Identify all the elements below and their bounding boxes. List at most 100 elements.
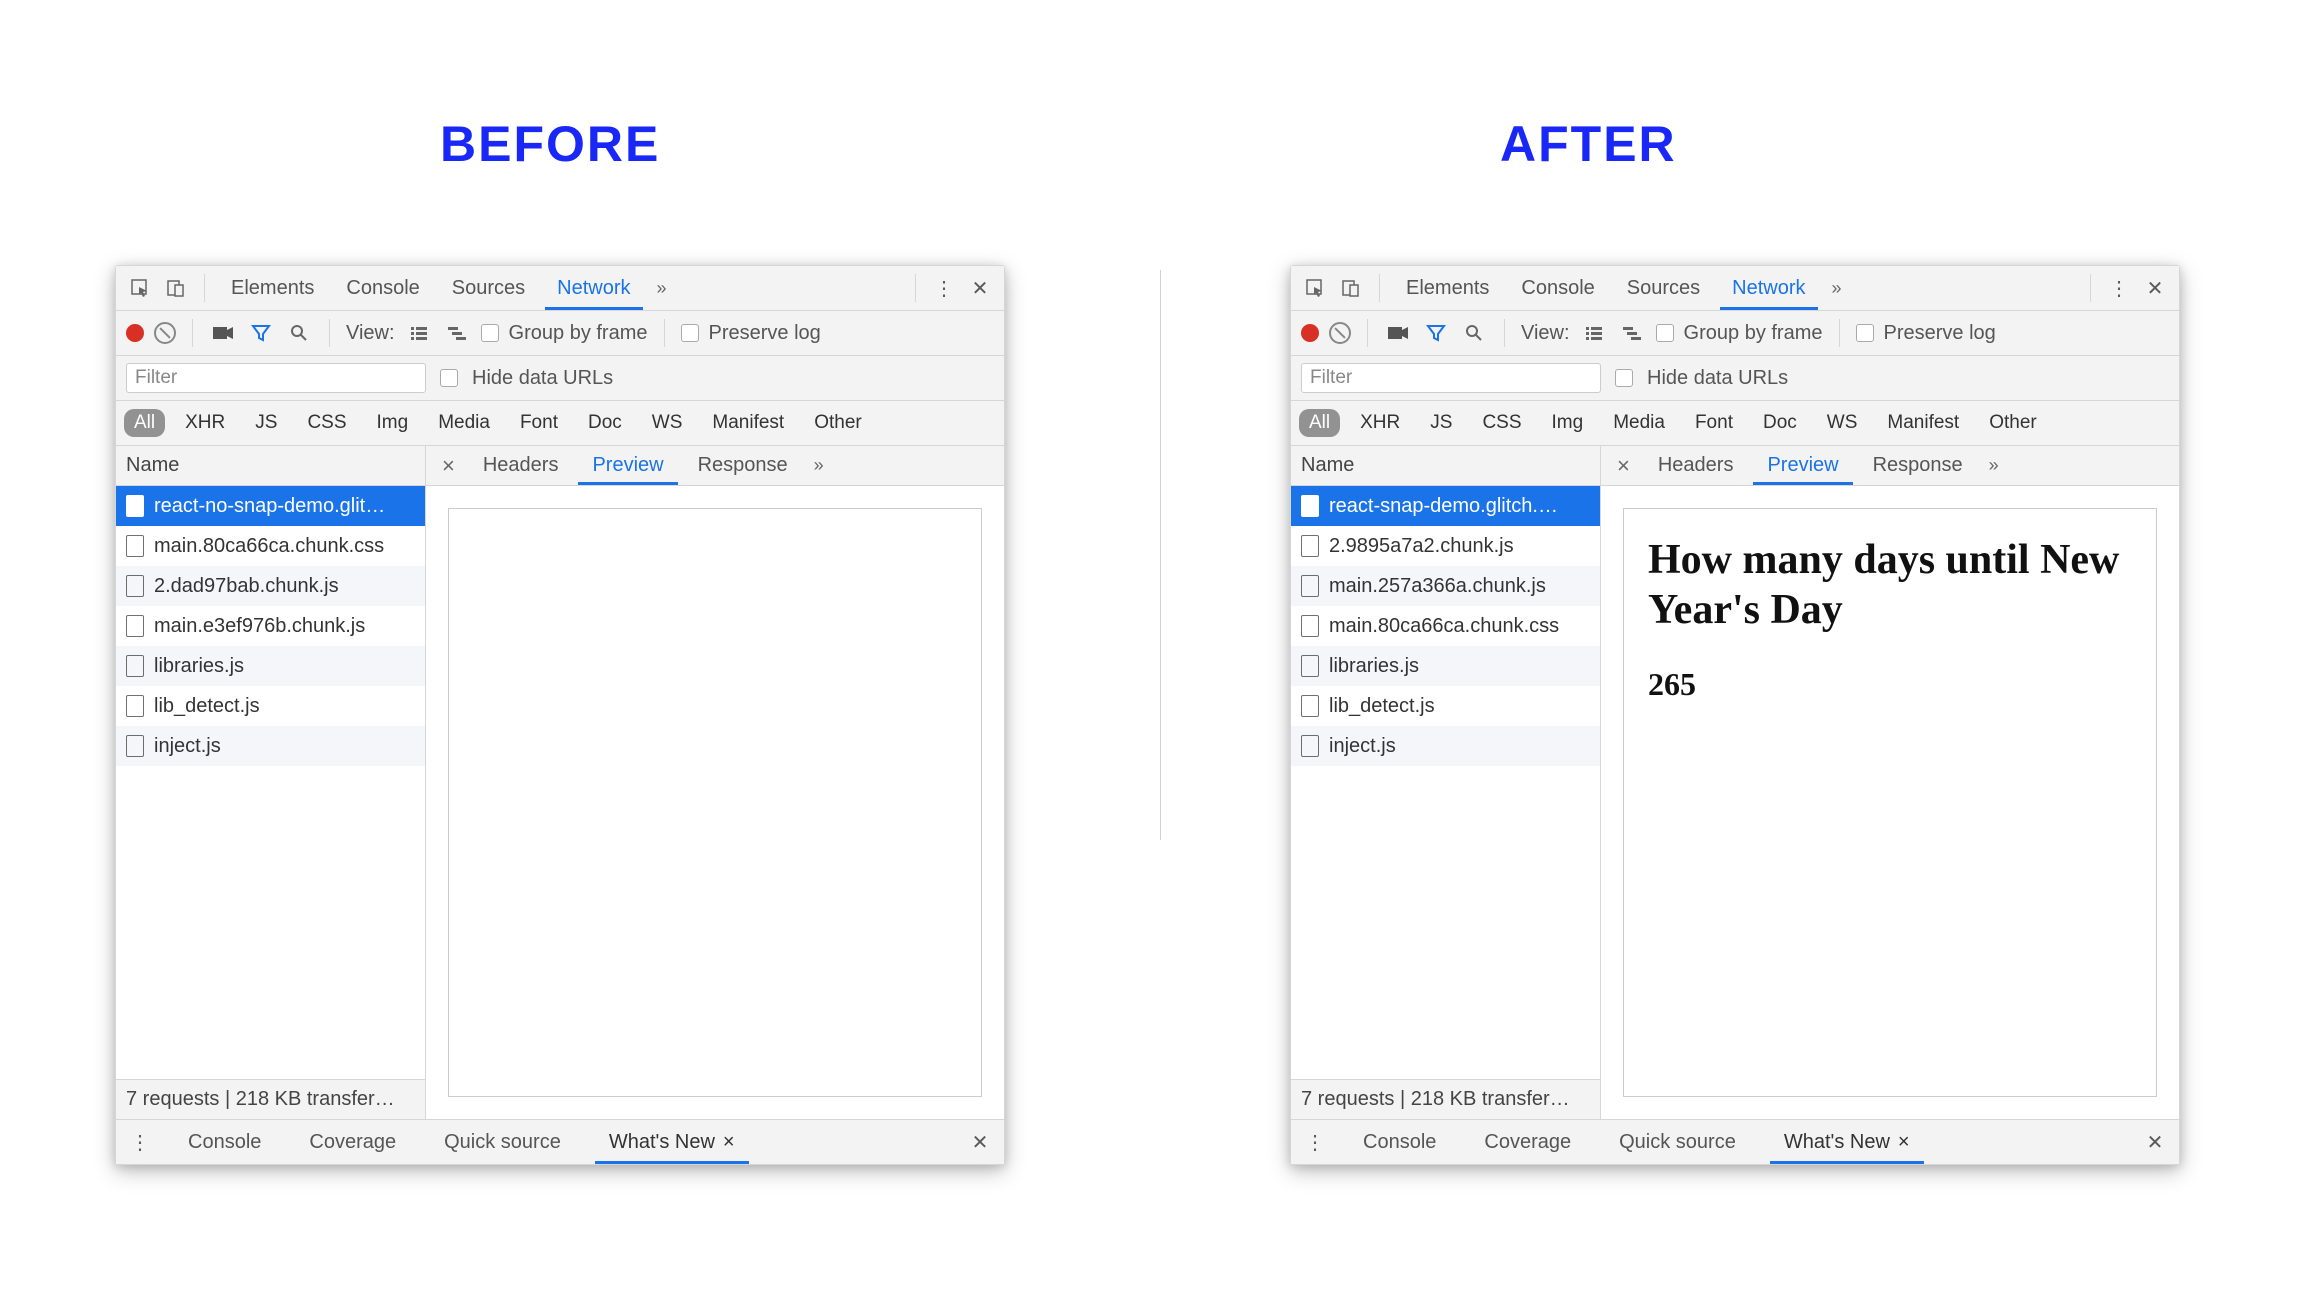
detail-tab-headers[interactable]: Headers xyxy=(1644,446,1748,485)
filter-icon[interactable] xyxy=(1422,319,1450,347)
request-row[interactable]: main.257a366a.chunk.js xyxy=(1291,566,1600,606)
request-row[interactable]: 2.9895a7a2.chunk.js xyxy=(1291,526,1600,566)
detail-tab-preview[interactable]: Preview xyxy=(1753,446,1852,485)
drawer-tab-quick-source[interactable]: Quick source xyxy=(1605,1120,1750,1164)
inspect-icon[interactable] xyxy=(126,274,154,302)
type-js[interactable]: JS xyxy=(1420,409,1462,437)
inspect-icon[interactable] xyxy=(1301,274,1329,302)
request-row[interactable]: main.80ca66ca.chunk.css xyxy=(116,526,425,566)
device-toggle-icon[interactable] xyxy=(162,274,190,302)
type-img[interactable]: Img xyxy=(367,409,419,437)
type-doc[interactable]: Doc xyxy=(578,409,632,437)
close-icon[interactable]: × xyxy=(1898,1131,1910,1154)
tab-sources[interactable]: Sources xyxy=(440,266,537,310)
drawer-kebab-icon[interactable]: ⋮ xyxy=(126,1128,154,1156)
search-icon[interactable] xyxy=(285,319,313,347)
type-css[interactable]: CSS xyxy=(297,409,356,437)
camera-icon[interactable] xyxy=(1384,319,1412,347)
close-details-icon[interactable]: × xyxy=(434,453,463,479)
kebab-menu-icon[interactable]: ⋮ xyxy=(930,274,958,302)
type-other[interactable]: Other xyxy=(1979,409,2047,437)
drawer-tab-coverage[interactable]: Coverage xyxy=(1470,1120,1585,1164)
preserve-log-checkbox[interactable] xyxy=(1856,324,1874,342)
tab-console[interactable]: Console xyxy=(1509,266,1606,310)
clear-icon[interactable] xyxy=(1329,322,1351,344)
type-all[interactable]: All xyxy=(1299,409,1340,437)
waterfall-icon[interactable] xyxy=(1618,319,1646,347)
type-css[interactable]: CSS xyxy=(1472,409,1531,437)
filter-input[interactable]: Filter xyxy=(126,363,426,393)
request-row[interactable]: main.e3ef976b.chunk.js xyxy=(116,606,425,646)
camera-icon[interactable] xyxy=(209,319,237,347)
type-js[interactable]: JS xyxy=(245,409,287,437)
request-row[interactable]: inject.js xyxy=(1291,726,1600,766)
type-ws[interactable]: WS xyxy=(1817,409,1868,437)
hide-data-urls-checkbox[interactable] xyxy=(440,369,458,387)
request-row[interactable]: inject.js xyxy=(116,726,425,766)
tab-sources[interactable]: Sources xyxy=(1615,266,1712,310)
detail-tab-response[interactable]: Response xyxy=(1859,446,1977,485)
close-details-icon[interactable]: × xyxy=(1609,453,1638,479)
large-rows-icon[interactable] xyxy=(1580,319,1608,347)
filter-input[interactable]: Filter xyxy=(1301,363,1601,393)
device-toggle-icon[interactable] xyxy=(1337,274,1365,302)
hide-data-urls-checkbox[interactable] xyxy=(1615,369,1633,387)
type-font[interactable]: Font xyxy=(510,409,568,437)
close-icon[interactable]: × xyxy=(723,1131,735,1154)
record-icon[interactable] xyxy=(1301,324,1319,342)
overflow-tabs-icon[interactable]: » xyxy=(651,278,673,299)
drawer-tab-quick-source[interactable]: Quick source xyxy=(430,1120,575,1164)
waterfall-icon[interactable] xyxy=(443,319,471,347)
detail-tab-preview[interactable]: Preview xyxy=(578,446,677,485)
request-row[interactable]: libraries.js xyxy=(116,646,425,686)
type-media[interactable]: Media xyxy=(428,409,500,437)
requests-header-name[interactable]: Name xyxy=(1291,446,1600,486)
type-img[interactable]: Img xyxy=(1542,409,1594,437)
tab-elements[interactable]: Elements xyxy=(1394,266,1501,310)
drawer-tab-whats-new[interactable]: What's New× xyxy=(1770,1120,1924,1164)
close-drawer-icon[interactable]: ✕ xyxy=(2141,1128,2169,1156)
tab-elements[interactable]: Elements xyxy=(219,266,326,310)
request-row[interactable]: react-snap-demo.glitch.… xyxy=(1291,486,1600,526)
request-row[interactable]: lib_detect.js xyxy=(116,686,425,726)
request-row[interactable]: lib_detect.js xyxy=(1291,686,1600,726)
request-row[interactable]: react-no-snap-demo.glit… xyxy=(116,486,425,526)
request-row[interactable]: main.80ca66ca.chunk.css xyxy=(1291,606,1600,646)
type-ws[interactable]: WS xyxy=(642,409,693,437)
tab-network[interactable]: Network xyxy=(1720,266,1817,310)
drawer-tab-console[interactable]: Console xyxy=(174,1120,275,1164)
type-media[interactable]: Media xyxy=(1603,409,1675,437)
detail-tab-headers[interactable]: Headers xyxy=(469,446,573,485)
drawer-kebab-icon[interactable]: ⋮ xyxy=(1301,1128,1329,1156)
type-font[interactable]: Font xyxy=(1685,409,1743,437)
overflow-detail-tabs-icon[interactable]: » xyxy=(808,455,830,476)
request-row[interactable]: 2.dad97bab.chunk.js xyxy=(116,566,425,606)
drawer-tab-whats-new[interactable]: What's New× xyxy=(595,1120,749,1164)
clear-icon[interactable] xyxy=(154,322,176,344)
type-xhr[interactable]: XHR xyxy=(175,409,235,437)
close-devtools-icon[interactable]: ✕ xyxy=(966,274,994,302)
tab-console[interactable]: Console xyxy=(334,266,431,310)
overflow-tabs-icon[interactable]: » xyxy=(1826,278,1848,299)
group-by-frame-checkbox[interactable] xyxy=(1656,324,1674,342)
detail-tab-response[interactable]: Response xyxy=(684,446,802,485)
drawer-tab-coverage[interactable]: Coverage xyxy=(295,1120,410,1164)
drawer-tab-console[interactable]: Console xyxy=(1349,1120,1450,1164)
overflow-detail-tabs-icon[interactable]: » xyxy=(1983,455,2005,476)
kebab-menu-icon[interactable]: ⋮ xyxy=(2105,274,2133,302)
type-manifest[interactable]: Manifest xyxy=(702,409,794,437)
group-by-frame-checkbox[interactable] xyxy=(481,324,499,342)
close-drawer-icon[interactable]: ✕ xyxy=(966,1128,994,1156)
large-rows-icon[interactable] xyxy=(405,319,433,347)
type-manifest[interactable]: Manifest xyxy=(1877,409,1969,437)
search-icon[interactable] xyxy=(1460,319,1488,347)
tab-network[interactable]: Network xyxy=(545,266,642,310)
type-other[interactable]: Other xyxy=(804,409,872,437)
type-all[interactable]: All xyxy=(124,409,165,437)
record-icon[interactable] xyxy=(126,324,144,342)
type-doc[interactable]: Doc xyxy=(1753,409,1807,437)
requests-header-name[interactable]: Name xyxy=(116,446,425,486)
filter-icon[interactable] xyxy=(247,319,275,347)
type-xhr[interactable]: XHR xyxy=(1350,409,1410,437)
preserve-log-checkbox[interactable] xyxy=(681,324,699,342)
